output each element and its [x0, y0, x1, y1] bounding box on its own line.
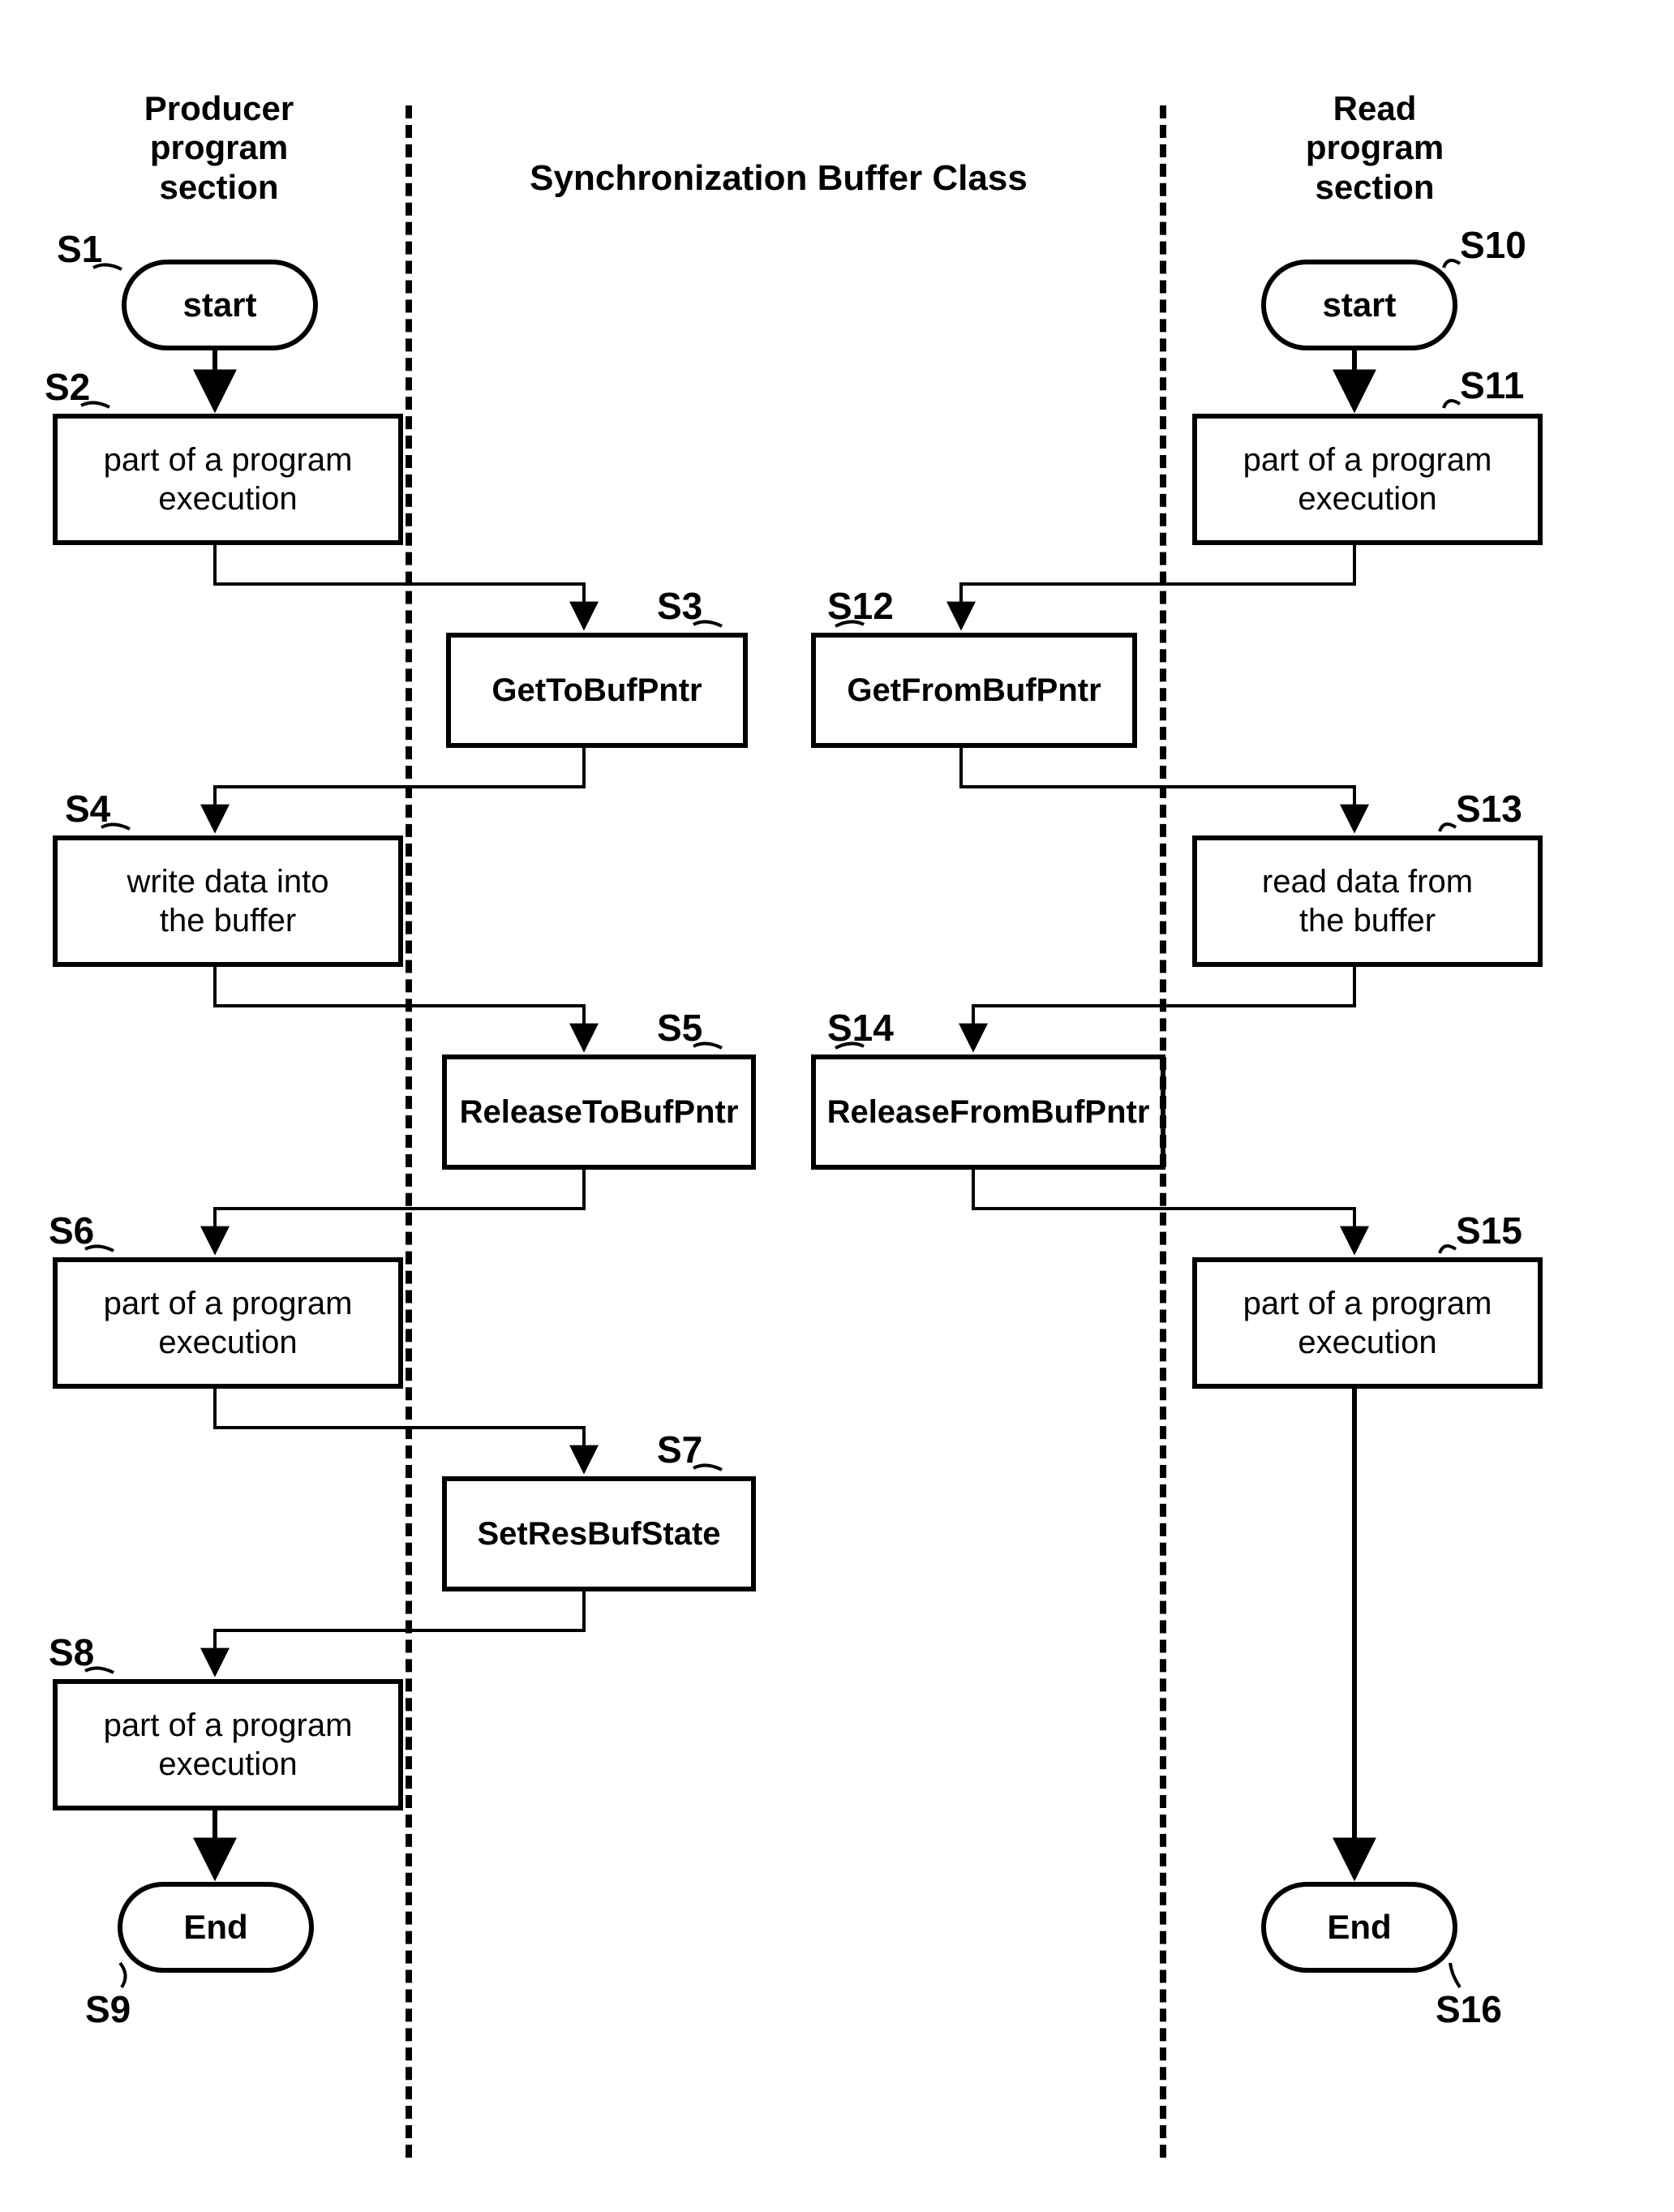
- header-producer: Producer program section: [105, 89, 333, 207]
- terminator-end-left: End: [118, 1882, 314, 1973]
- label-s6: S6: [49, 1209, 94, 1252]
- label-s2: S2: [45, 365, 90, 409]
- process-s13: read data from the buffer: [1192, 835, 1543, 967]
- process-s15: part of a program execution: [1192, 1257, 1543, 1389]
- label-s9: S9: [85, 1987, 131, 2031]
- header-middle: Synchronization Buffer Class: [519, 158, 1038, 200]
- header-reader: Read program section: [1261, 89, 1488, 207]
- terminator-start-left: start: [122, 260, 318, 350]
- process-s14: ReleaseFromBufPntr: [811, 1054, 1165, 1170]
- label-s14: S14: [827, 1006, 894, 1050]
- label-s12: S12: [827, 584, 894, 628]
- process-s11: part of a program execution: [1192, 414, 1543, 545]
- process-s7: SetResBufState: [442, 1476, 756, 1591]
- process-s5: ReleaseToBufPntr: [442, 1054, 756, 1170]
- label-s13: S13: [1456, 787, 1522, 831]
- label-s4: S4: [65, 787, 110, 831]
- terminator-start-right: start: [1261, 260, 1457, 350]
- label-s11: S11: [1460, 363, 1524, 407]
- process-s8: part of a program execution: [53, 1679, 403, 1810]
- label-s10: S10: [1460, 223, 1526, 267]
- label-s8: S8: [49, 1630, 94, 1674]
- label-s16: S16: [1436, 1987, 1502, 2031]
- label-s3: S3: [657, 584, 702, 628]
- flowchart-canvas: Producer program section Synchronization…: [0, 0, 1674, 2212]
- process-s4: write data into the buffer: [53, 835, 403, 967]
- process-s2: part of a program execution: [53, 414, 403, 545]
- process-s6: part of a program execution: [53, 1257, 403, 1389]
- terminator-end-right: End: [1261, 1882, 1457, 1973]
- label-s1: S1: [57, 227, 102, 271]
- label-s5: S5: [657, 1006, 702, 1050]
- divider-left: [406, 105, 412, 2158]
- label-s7: S7: [657, 1428, 702, 1471]
- process-s3: GetToBufPntr: [446, 633, 748, 748]
- process-s12: GetFromBufPntr: [811, 633, 1137, 748]
- label-s15: S15: [1456, 1209, 1522, 1252]
